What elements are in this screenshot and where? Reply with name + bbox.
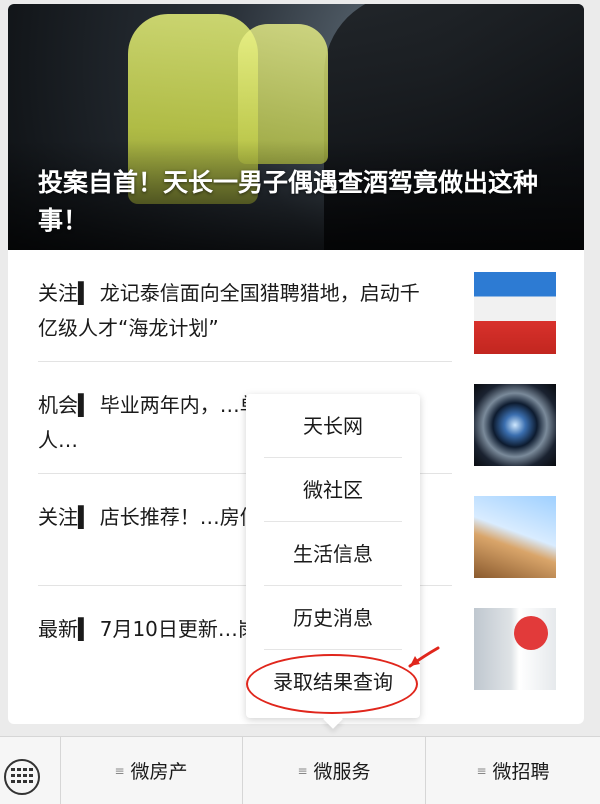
menu-item-label: 天长网 — [303, 414, 363, 438]
article-thumbnail — [474, 272, 556, 354]
menu-item-life-info[interactable]: 生活信息 — [264, 522, 402, 586]
menu-item-micro-community[interactable]: 微社区 — [264, 458, 402, 522]
menu-lines-icon: ≡ — [297, 763, 308, 778]
menu-item-tianchang-net[interactable]: 天长网 — [264, 394, 402, 458]
tab-jobs[interactable]: ≡ 微招聘 — [426, 737, 600, 804]
menu-lines-icon: ≡ — [114, 763, 125, 778]
annotation-arrow-icon — [408, 646, 440, 668]
menu-item-label: 生活信息 — [293, 542, 373, 566]
hero-title: 投案自首！天长一男子偶遇查酒驾竟做出这种事！ — [38, 168, 539, 235]
tab-label: 微招聘 — [492, 761, 550, 783]
keyboard-toggle-button[interactable] — [0, 737, 61, 804]
menu-item-label: 微社区 — [303, 478, 363, 502]
tab-house[interactable]: ≡ 微房产 — [60, 737, 242, 804]
article-thumbnail — [474, 384, 556, 466]
bottom-menu-bar: ≡ 微房产 ≡ 微服务 ≡ 微招聘 — [0, 736, 600, 804]
tab-service[interactable]: ≡ 微服务 — [243, 737, 425, 804]
article-title: 关注▍ 龙记泰信面向全国猎聘猎地，启动千亿级人才“海龙计划” — [38, 281, 420, 340]
article-item-1[interactable]: 关注▍ 龙记泰信面向全国猎聘猎地，启动千亿级人才“海龙计划” — [38, 250, 556, 362]
hero-banner[interactable]: 投案自首！天长一男子偶遇查酒驾竟做出这种事！ — [8, 4, 584, 250]
article-thumbnail — [474, 608, 556, 690]
menu-item-history[interactable]: 历史消息 — [264, 586, 402, 650]
tab-label: 微房产 — [130, 761, 188, 783]
keyboard-keys — [11, 768, 33, 784]
tab-label: 微服务 — [313, 761, 371, 783]
article-thumbnail — [474, 496, 556, 578]
highlight-oval-admission — [246, 654, 418, 714]
menu-lines-icon: ≡ — [476, 763, 487, 778]
menu-item-label: 历史消息 — [293, 606, 373, 630]
